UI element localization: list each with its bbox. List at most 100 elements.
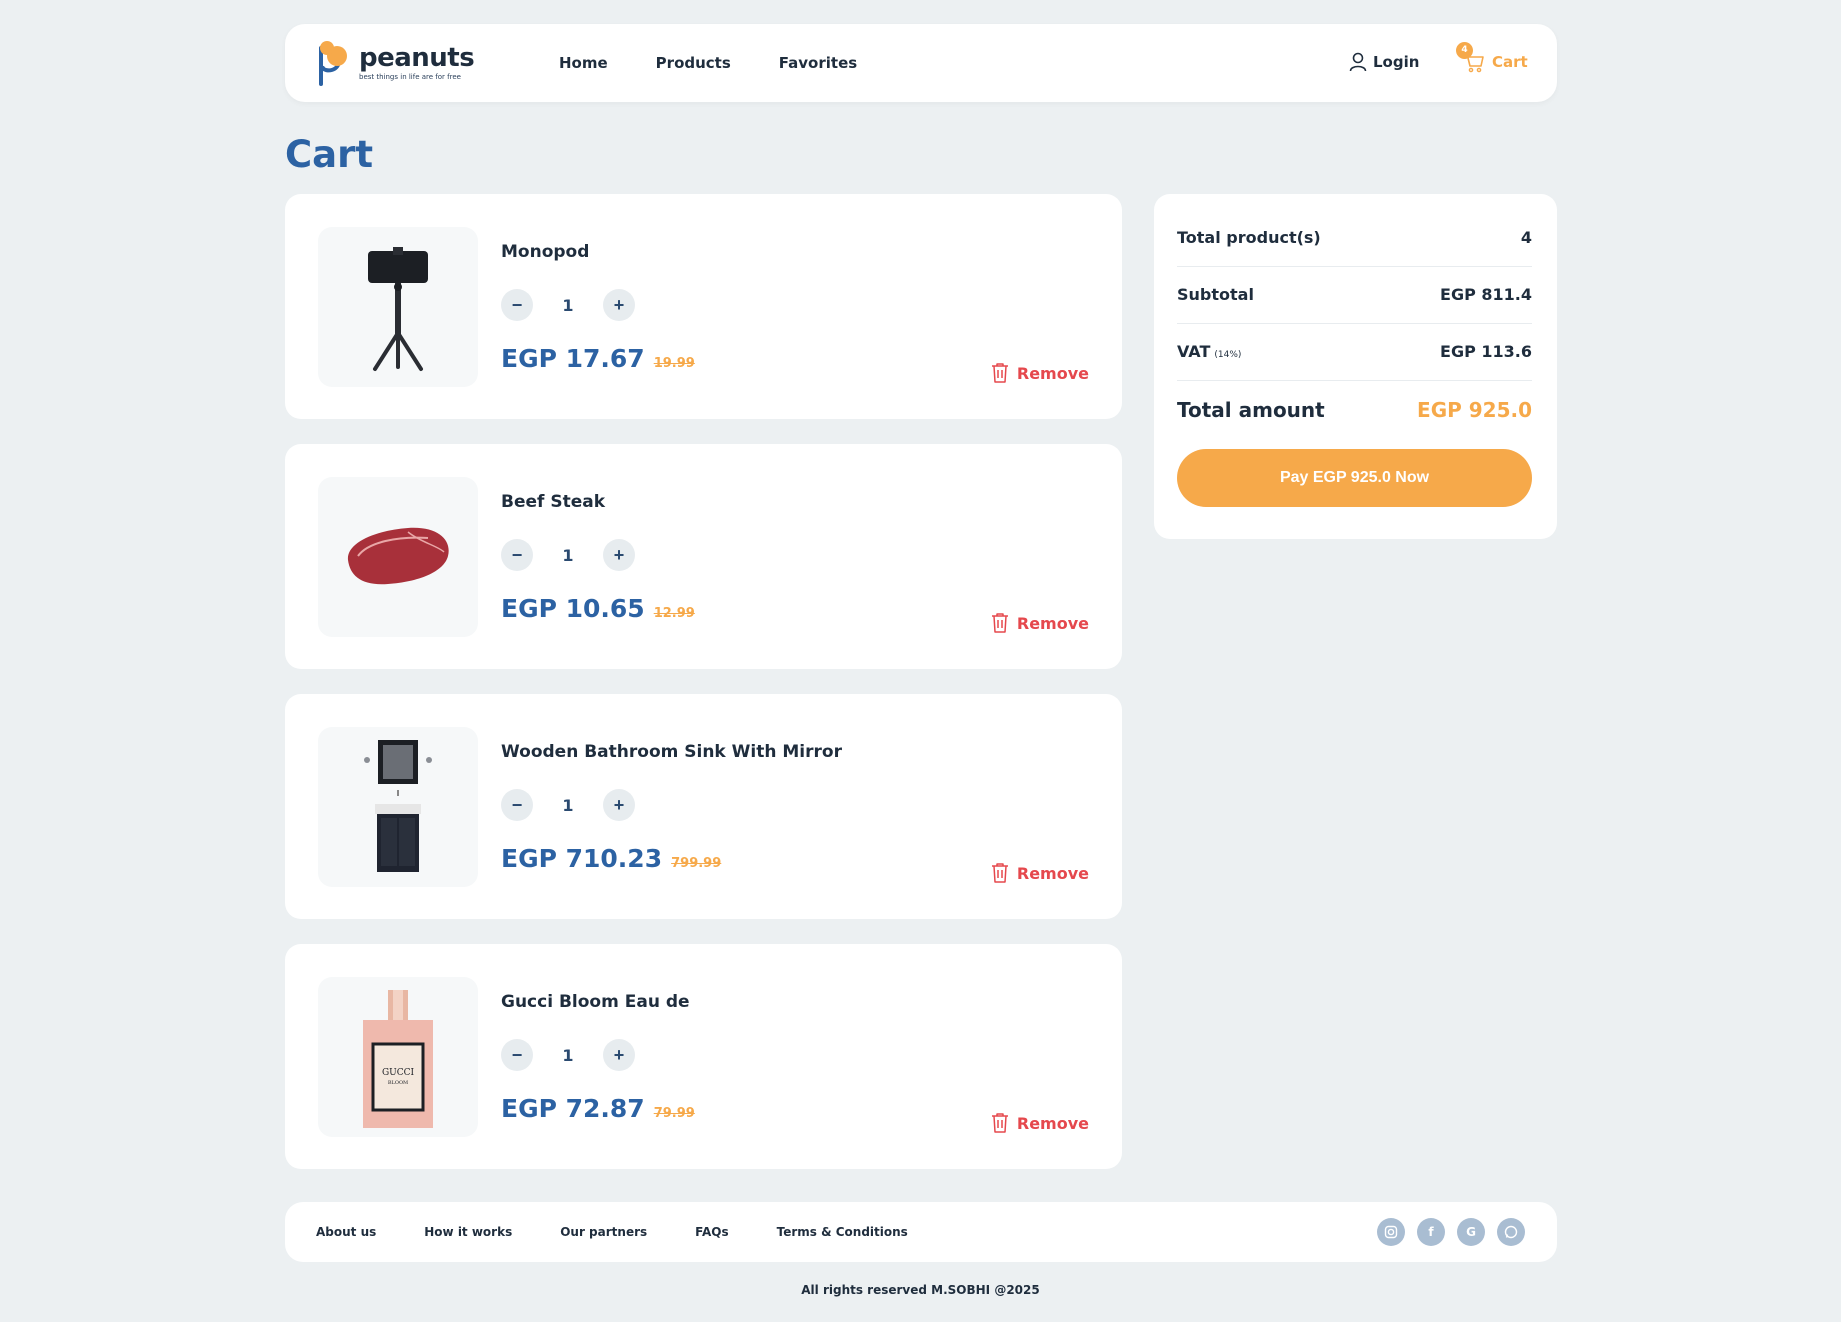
- total-products-row: Total product(s) 4: [1177, 228, 1532, 247]
- vat-row: VAT (14%) EGP 113.6: [1177, 342, 1532, 361]
- decrease-quantity-button[interactable]: −: [501, 1039, 533, 1071]
- decrease-quantity-button[interactable]: −: [501, 789, 533, 821]
- remove-button[interactable]: Remove: [991, 612, 1089, 634]
- social-links: f G: [1365, 1218, 1525, 1246]
- increase-quantity-button[interactable]: +: [603, 289, 635, 321]
- peanuts-logo-icon: [319, 41, 347, 86]
- remove-button[interactable]: Remove: [991, 862, 1089, 884]
- increase-quantity-button[interactable]: +: [603, 789, 635, 821]
- vat-value: EGP 113.6: [1440, 342, 1532, 361]
- monopod-image[interactable]: [318, 227, 478, 387]
- item-name: Wooden Bathroom Sink With Mirror: [501, 742, 842, 762]
- remove-label: Remove: [1016, 363, 1089, 383]
- decrease-quantity-button[interactable]: −: [501, 289, 533, 321]
- original-price: 79.99: [653, 1106, 695, 1121]
- cart-item: Monopod − 1 + EGP 17.67 19.99 Remove: [285, 194, 1122, 419]
- decrease-quantity-button[interactable]: −: [501, 539, 533, 571]
- item-price: EGP 17.67 19.99: [501, 344, 695, 373]
- trash-icon: [991, 863, 1008, 883]
- increase-quantity-button[interactable]: +: [603, 539, 635, 571]
- instagram-icon[interactable]: [1377, 1218, 1405, 1246]
- divider: [1177, 380, 1532, 381]
- subtotal-row: Subtotal EGP 811.4: [1177, 285, 1532, 304]
- login-link[interactable]: Login: [1349, 52, 1419, 72]
- item-price: EGP 710.23 799.99: [501, 844, 721, 873]
- quantity-value: 1: [562, 795, 574, 815]
- increase-quantity-button[interactable]: +: [603, 1039, 635, 1071]
- item-name: Monopod: [501, 242, 590, 262]
- nav-products[interactable]: Products: [656, 54, 731, 72]
- footer-link-partners[interactable]: Our partners: [560, 1225, 647, 1239]
- brand-tagline: best things in life are for free: [359, 73, 461, 81]
- cart-link[interactable]: 4 Cart: [1456, 42, 1528, 74]
- vat-rate: (14%): [1214, 350, 1242, 360]
- total-amount-label: Total amount: [1177, 398, 1325, 422]
- google-icon[interactable]: G: [1457, 1218, 1485, 1246]
- page-title: Cart: [285, 133, 374, 176]
- quantity-value: 1: [562, 1045, 574, 1065]
- svg-text:GUCCI: GUCCI: [382, 1068, 415, 1078]
- cart-label: Cart: [1492, 53, 1528, 71]
- cart-item: Beef Steak − 1 + EGP 10.65 12.99 Remove: [285, 444, 1122, 669]
- subtotal-value: EGP 811.4: [1440, 285, 1532, 304]
- remove-label: Remove: [1016, 613, 1089, 633]
- total-products-value: 4: [1520, 228, 1532, 247]
- copyright: All rights reserved M.SOBHI @2025: [801, 1283, 1040, 1297]
- current-price: EGP 10.65: [501, 594, 645, 623]
- item-name: Gucci Bloom Eau de: [501, 992, 690, 1012]
- vat-label: VAT: [1177, 342, 1211, 361]
- footer-link-about[interactable]: About us: [316, 1225, 376, 1239]
- total-amount-value: EGP 925.0: [1417, 398, 1532, 422]
- facebook-icon[interactable]: f: [1417, 1218, 1445, 1246]
- quantity-stepper: − 1 +: [501, 289, 635, 321]
- total-amount-row: Total amount EGP 925.0: [1177, 398, 1532, 422]
- item-price: EGP 10.65 12.99: [501, 594, 695, 623]
- remove-button[interactable]: Remove: [991, 362, 1089, 384]
- remove-label: Remove: [1016, 863, 1089, 883]
- order-summary: Total product(s) 4 Subtotal EGP 811.4 VA…: [1154, 194, 1557, 539]
- footer: About us How it works Our partners FAQs …: [285, 1202, 1557, 1262]
- remove-label: Remove: [1016, 1113, 1089, 1133]
- quantity-value: 1: [562, 295, 574, 315]
- pay-now-button[interactable]: Pay EGP 925.0 Now: [1177, 449, 1532, 507]
- footer-links: About us How it works Our partners FAQs …: [316, 1202, 956, 1262]
- quantity-stepper: − 1 +: [501, 1039, 635, 1071]
- user-icon: [1349, 52, 1367, 72]
- subtotal-label: Subtotal: [1177, 285, 1254, 304]
- cart-item: GUCCI BLOOM Gucci Bloom Eau de − 1 + EGP…: [285, 944, 1122, 1169]
- original-price: 799.99: [671, 856, 722, 871]
- brand-name: peanuts: [359, 43, 475, 73]
- bathroom-sink-image[interactable]: [318, 727, 478, 887]
- footer-link-how-it-works[interactable]: How it works: [424, 1225, 512, 1239]
- trash-icon: [991, 363, 1008, 383]
- header: peanuts best things in life are for free…: [285, 24, 1557, 102]
- footer-link-terms[interactable]: Terms & Conditions: [777, 1225, 908, 1239]
- gucci-bloom-image[interactable]: GUCCI BLOOM: [318, 977, 478, 1137]
- divider: [1177, 266, 1532, 267]
- current-price: EGP 72.87: [501, 1094, 645, 1123]
- item-name: Beef Steak: [501, 492, 606, 512]
- quantity-stepper: − 1 +: [501, 789, 635, 821]
- cart-count-badge: 4: [1456, 42, 1473, 59]
- remove-button[interactable]: Remove: [991, 1112, 1089, 1134]
- original-price: 19.99: [653, 356, 695, 371]
- current-price: EGP 17.67: [501, 344, 645, 373]
- main-nav: Home Products Favorites: [559, 24, 905, 102]
- login-label: Login: [1373, 53, 1420, 71]
- logo[interactable]: peanuts best things in life are for free: [315, 38, 475, 88]
- beef-steak-image[interactable]: [318, 477, 478, 637]
- quantity-value: 1: [562, 545, 574, 565]
- nav-home[interactable]: Home: [559, 54, 608, 72]
- item-price: EGP 72.87 79.99: [501, 1094, 695, 1123]
- trash-icon: [991, 1113, 1008, 1133]
- nav-favorites[interactable]: Favorites: [779, 54, 857, 72]
- current-price: EGP 710.23: [501, 844, 663, 873]
- original-price: 12.99: [653, 606, 695, 621]
- trash-icon: [991, 613, 1008, 633]
- divider: [1177, 323, 1532, 324]
- whatsapp-icon[interactable]: [1497, 1218, 1525, 1246]
- total-products-label: Total product(s): [1177, 228, 1321, 247]
- quantity-stepper: − 1 +: [501, 539, 635, 571]
- svg-text:BLOOM: BLOOM: [388, 1080, 408, 1086]
- footer-link-faqs[interactable]: FAQs: [695, 1225, 728, 1239]
